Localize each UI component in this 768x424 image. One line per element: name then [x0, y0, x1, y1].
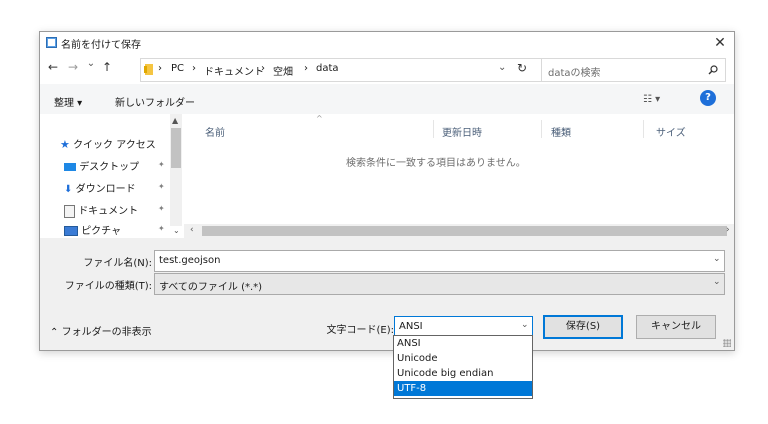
recent-locations-button[interactable]: ⌄: [84, 58, 98, 69]
filetype-label: ファイルの種類(T):: [64, 281, 152, 292]
breadcrumb-separator: ›: [261, 63, 265, 74]
sidebar-scroll-thumb[interactable]: [171, 128, 181, 168]
encoding-option-ansi[interactable]: ANSI: [394, 336, 532, 351]
column-header-size[interactable]: サイズ: [656, 124, 686, 139]
view-options-button[interactable]: ☷ ▾: [643, 94, 660, 105]
sidebar-item-downloads[interactable]: ⬇ ダウンロード: [64, 180, 136, 195]
up-button[interactable]: ↑: [100, 60, 114, 74]
encoding-option-unicode-big-endian[interactable]: Unicode big endian: [394, 366, 532, 381]
chevron-up-icon: ⌃: [50, 327, 59, 338]
pin-icon: ✦: [158, 160, 165, 169]
sidebar-item-label: ドキュメント: [78, 206, 139, 217]
scroll-down-icon[interactable]: ⌄: [173, 226, 180, 235]
search-icon[interactable]: [708, 65, 718, 75]
search-box[interactable]: dataの検索: [541, 58, 726, 82]
chevron-down-icon[interactable]: ⌄: [713, 254, 721, 264]
close-button[interactable]: ✕: [710, 33, 730, 53]
breadcrumb-separator: ›: [304, 63, 308, 74]
pin-icon: ✦: [158, 224, 165, 233]
column-divider[interactable]: [541, 120, 542, 138]
breadcrumb-data[interactable]: data: [316, 63, 339, 74]
cancel-button[interactable]: キャンセル: [636, 315, 716, 339]
column-header-name[interactable]: 名前: [205, 124, 225, 139]
encoding-option-utf8[interactable]: UTF-8: [394, 381, 532, 396]
column-header-modified[interactable]: 更新日時: [442, 124, 482, 139]
chevron-down-icon[interactable]: ⌄: [498, 62, 506, 73]
breadcrumb-separator: ›: [192, 63, 196, 74]
empty-folder-message: 検索条件に一致する項目はありません。: [346, 158, 526, 169]
search-placeholder: dataの検索: [548, 68, 601, 79]
breadcrumb-folder[interactable]: 空畑: [273, 63, 293, 78]
navigation-pane: ★ クイック アクセス デスクトップ ✦ ⬇ ダウンロード ✦ ドキュメント ✦…: [40, 114, 184, 238]
filename-value: test.geojson: [159, 255, 221, 266]
sidebar-item-quick-access[interactable]: ★ クイック アクセス: [60, 136, 156, 151]
sidebar-item-label: ピクチャ: [81, 226, 122, 237]
breadcrumb-pc[interactable]: PC: [171, 63, 184, 74]
breadcrumb-separator: ›: [158, 63, 162, 74]
back-button[interactable]: ←: [46, 60, 60, 74]
refresh-icon[interactable]: ↻: [517, 61, 527, 75]
pin-icon: ✦: [158, 182, 165, 191]
hide-folders-toggle[interactable]: ⌃ フォルダーの非表示: [50, 323, 152, 338]
download-icon: ⬇: [64, 184, 73, 195]
title-bar: 名前を付けて保存 ✕: [40, 32, 734, 54]
filename-label: ファイル名(N):: [83, 258, 152, 269]
encoding-value: ANSI: [399, 321, 423, 332]
column-divider[interactable]: [643, 120, 644, 138]
new-folder-button[interactable]: 新しいフォルダー: [115, 94, 195, 109]
notepad-icon: [46, 37, 57, 48]
scroll-left-icon[interactable]: ‹: [190, 225, 194, 235]
resize-grip[interactable]: [723, 339, 731, 347]
sidebar-item-label: デスクトップ: [79, 162, 140, 173]
command-bar: 整理 ▾ 新しいフォルダー ☷ ▾: [40, 84, 734, 114]
sidebar-item-documents[interactable]: ドキュメント: [64, 202, 138, 218]
file-list-scroll-thumb[interactable]: [202, 226, 727, 236]
filetype-select[interactable]: すべてのファイル (*.*) ⌄: [154, 273, 725, 295]
folder-icon: [144, 64, 153, 75]
scroll-up-icon[interactable]: ▲: [172, 116, 178, 125]
save-button[interactable]: 保存(S): [543, 315, 623, 339]
file-browser: ★ クイック アクセス デスクトップ ✦ ⬇ ダウンロード ✦ ドキュメント ✦…: [40, 114, 734, 238]
window-title: 名前を付けて保存: [61, 40, 141, 51]
column-divider[interactable]: [433, 120, 434, 138]
save-as-dialog: 名前を付けて保存 ✕ ← → ⌄ ↑ › PC › ドキュメント › 空畑 › …: [39, 31, 735, 351]
filename-field[interactable]: test.geojson ⌄: [154, 250, 725, 272]
desktop-icon: [64, 163, 76, 171]
sort-caret-icon: ^: [316, 114, 323, 123]
chevron-down-icon[interactable]: ⌄: [521, 320, 529, 330]
chevron-down-icon[interactable]: ⌄: [713, 277, 721, 287]
filetype-value: すべてのファイル (*.*): [159, 282, 263, 293]
sidebar-item-pictures[interactable]: ピクチャ: [64, 222, 121, 237]
sidebar-item-label: ダウンロード: [75, 184, 136, 195]
star-icon: ★: [60, 138, 70, 151]
breadcrumb-documents[interactable]: ドキュメント: [204, 63, 264, 78]
document-icon: [64, 204, 75, 218]
pin-icon: ✦: [158, 204, 165, 213]
sidebar-item-desktop[interactable]: デスクトップ: [64, 158, 139, 173]
organize-button[interactable]: 整理 ▾: [54, 94, 82, 109]
help-button[interactable]: ?: [700, 90, 716, 106]
picture-icon: [64, 226, 78, 236]
sidebar-item-label: クイック アクセス: [73, 140, 156, 151]
forward-button[interactable]: →: [66, 60, 80, 74]
address-bar[interactable]: › PC › ドキュメント › 空畑 › data ⌄ ↻: [140, 58, 582, 82]
column-header-type[interactable]: 種類: [551, 124, 571, 139]
encoding-label: 文字コード(E):: [326, 325, 395, 336]
hide-folders-label: フォルダーの非表示: [61, 327, 152, 338]
encoding-dropdown-list: ANSI Unicode Unicode big endian UTF-8: [393, 335, 533, 399]
scroll-right-icon[interactable]: ›: [726, 225, 730, 235]
encoding-option-unicode[interactable]: Unicode: [394, 351, 532, 366]
